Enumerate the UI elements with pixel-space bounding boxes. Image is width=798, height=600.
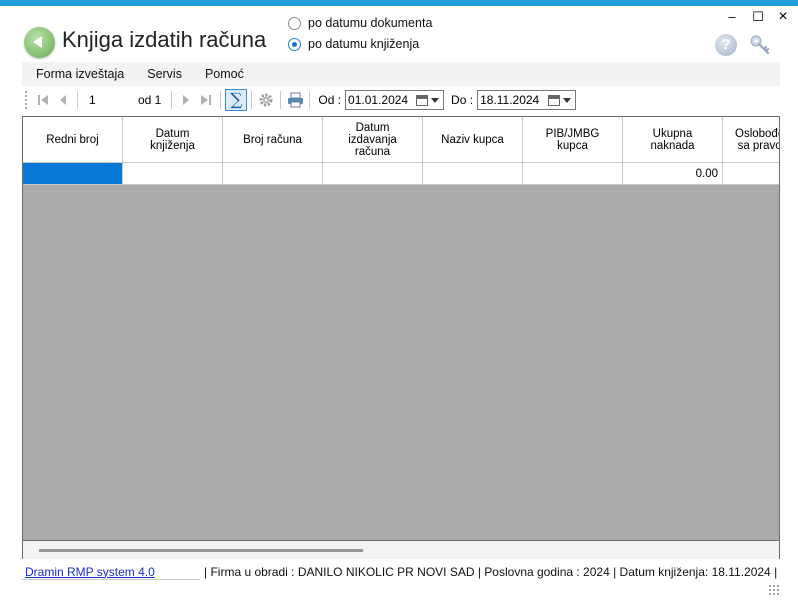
- table-cell[interactable]: [223, 163, 323, 185]
- grid-header-row: Redni broj Datum knjiženja Broj računa D…: [23, 117, 779, 163]
- status-bar: Dramin RMP system 4.0 | Firma u obradi :…: [22, 562, 780, 582]
- toolbar-separator: [77, 91, 78, 109]
- chevron-down-icon[interactable]: [563, 97, 572, 103]
- date-to-label: Do :: [451, 93, 474, 107]
- date-to-picker[interactable]: 18.11.2024: [477, 90, 577, 110]
- sum-button[interactable]: ∑: [225, 89, 248, 111]
- radio-po-datumu-dokumenta[interactable]: po datumu dokumenta: [288, 16, 432, 30]
- product-link[interactable]: Dramin RMP system 4.0: [22, 565, 200, 580]
- table-cell[interactable]: [423, 163, 523, 185]
- calendar-icon[interactable]: [548, 94, 561, 106]
- table-cell[interactable]: [723, 163, 779, 185]
- column-header[interactable]: Oslobođe sa pravo: [723, 117, 779, 163]
- printer-icon[interactable]: [285, 90, 305, 110]
- page-number-input[interactable]: [86, 90, 136, 110]
- toolbar: od 1 ∑ Od : 01.01.2024 Do : 18.11.2024: [22, 86, 780, 114]
- date-from-value: 01.01.2024: [348, 93, 409, 107]
- window-top-accent: [0, 0, 798, 6]
- previous-page-icon[interactable]: [53, 90, 73, 110]
- table-cell[interactable]: [523, 163, 623, 185]
- close-button[interactable]: ×: [776, 9, 790, 25]
- back-arrow-icon[interactable]: [24, 27, 55, 58]
- gear-icon[interactable]: [256, 90, 276, 110]
- toolbar-separator: [309, 91, 311, 109]
- table-cell[interactable]: [23, 163, 123, 185]
- maximize-button[interactable]: ☐: [751, 10, 765, 24]
- calendar-icon[interactable]: [416, 94, 429, 106]
- column-header[interactable]: Datum knjiženja: [123, 117, 223, 163]
- date-to-value: 18.11.2024: [480, 93, 540, 107]
- column-header[interactable]: Ukupna naknada: [623, 117, 723, 163]
- horizontal-scrollbar[interactable]: [22, 541, 780, 559]
- chevron-down-icon[interactable]: [431, 97, 440, 103]
- date-from-label: Od :: [318, 93, 342, 107]
- menu-pomoc[interactable]: Pomoć: [191, 67, 253, 81]
- table-cell[interactable]: [123, 163, 223, 185]
- column-header[interactable]: Broj računa: [223, 117, 323, 163]
- window-title: Knjiga izdatih računa: [62, 27, 267, 52]
- toolbar-grip: [25, 91, 28, 109]
- radio-label: po datumu knjiženja: [308, 37, 420, 51]
- table-row[interactable]: 0.00: [23, 163, 779, 185]
- invoice-grid[interactable]: Redni broj Datum knjiženja Broj računa D…: [22, 116, 780, 541]
- column-header[interactable]: Redni broj: [23, 117, 123, 163]
- first-page-icon[interactable]: [33, 90, 53, 110]
- radio-po-datumu-knjizenja[interactable]: po datumu knjiženja: [288, 37, 419, 51]
- menu-servis[interactable]: Servis: [133, 67, 191, 81]
- radio-circle[interactable]: [288, 16, 301, 30]
- radio-circle-selected[interactable]: [288, 37, 301, 51]
- last-page-icon[interactable]: [196, 90, 216, 110]
- column-header[interactable]: Datum izdavanja računa: [323, 117, 423, 163]
- toolbar-separator: [171, 91, 173, 109]
- radio-label: po datumu dokumenta: [308, 16, 433, 30]
- toolbar-separator: [220, 91, 222, 109]
- toolbar-separator: [280, 91, 282, 109]
- table-cell[interactable]: 0.00: [623, 163, 723, 185]
- help-icon[interactable]: ?: [715, 34, 737, 56]
- status-info: | Firma u obradi : DANILO NIKOLIC PR NOV…: [204, 565, 778, 579]
- date-from-picker[interactable]: 01.01.2024: [345, 90, 445, 110]
- next-page-icon[interactable]: [176, 90, 196, 110]
- resize-grip[interactable]: [768, 584, 780, 596]
- page-total-label: od 1: [138, 93, 162, 107]
- menu-bar: Forma izveštaja Servis Pomoć: [22, 62, 780, 86]
- scrollbar-thumb[interactable]: [39, 549, 363, 552]
- column-header[interactable]: PIB/JMBG kupca: [523, 117, 623, 163]
- column-header[interactable]: Naziv kupca: [423, 117, 523, 163]
- keys-icon[interactable]: [748, 33, 772, 57]
- minimize-button[interactable]: –: [725, 10, 739, 24]
- toolbar-separator: [251, 91, 253, 109]
- menu-forma-izvestaja[interactable]: Forma izveštaja: [22, 67, 133, 81]
- table-cell[interactable]: [323, 163, 423, 185]
